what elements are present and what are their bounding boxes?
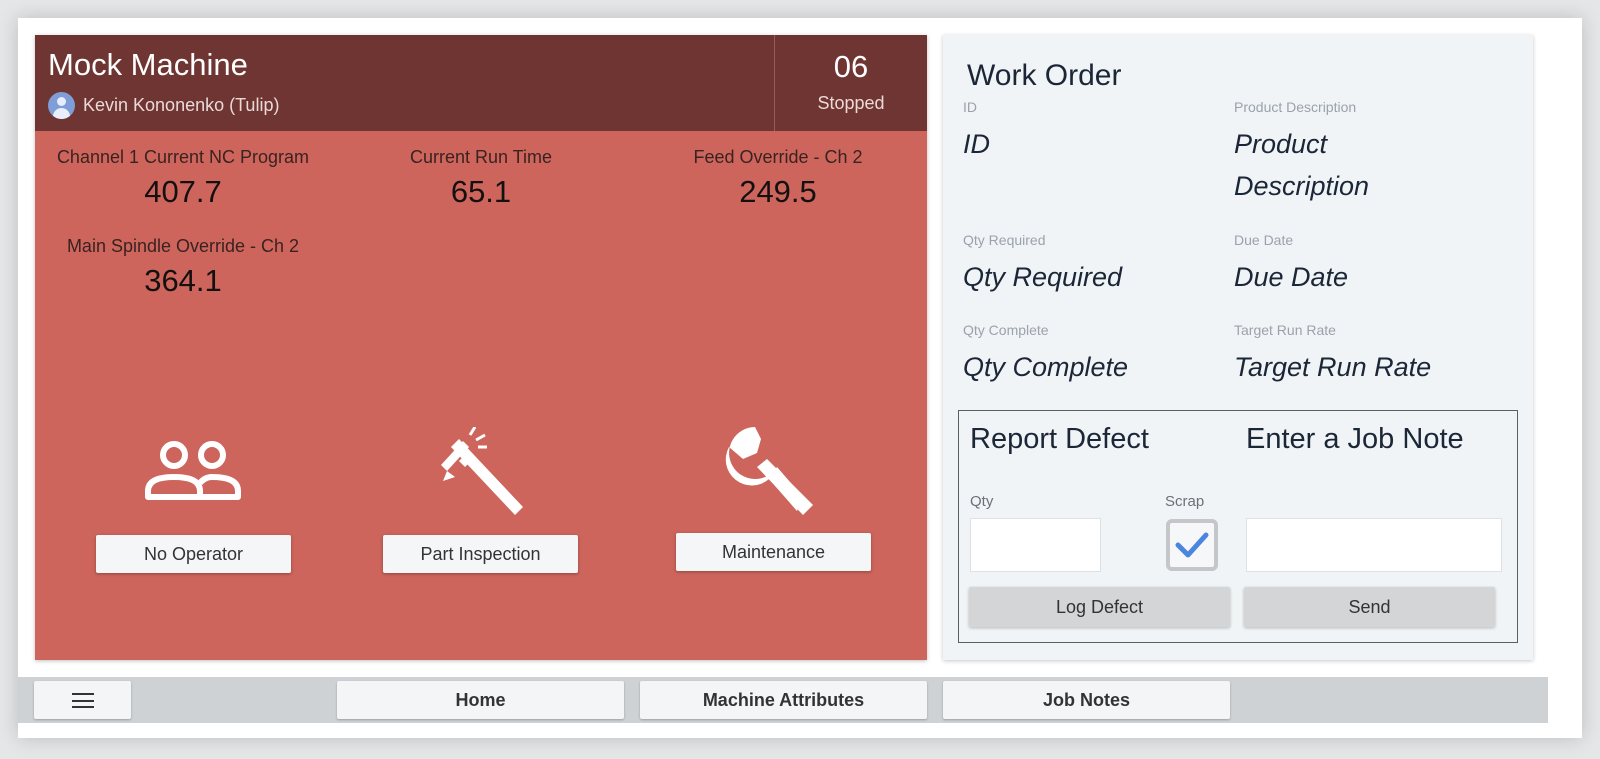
checkmark-icon (1175, 532, 1209, 558)
metric-value: 249.5 (739, 174, 817, 209)
tab-home[interactable]: Home (337, 681, 624, 719)
metric-spindle-override: Main Spindle Override - Ch 2 364.1 (45, 236, 321, 299)
field-value: Qty Complete (963, 352, 1129, 382)
status-text: Stopped (817, 93, 885, 113)
caliper-icon[interactable] (433, 427, 533, 517)
field-label: Qty Complete (963, 322, 1049, 338)
field-qty-complete: Qty Complete Qty Complete (963, 322, 1223, 388)
tab-machine-attributes[interactable]: Machine Attributes (640, 681, 927, 719)
field-label: ID (963, 99, 977, 115)
field-value: Product Description (1234, 129, 1370, 201)
job-note-input[interactable] (1246, 518, 1502, 572)
field-id: ID ID (963, 99, 1223, 165)
field-label: Target Run Rate (1234, 322, 1336, 338)
menu-button[interactable] (34, 681, 131, 719)
people-icon[interactable] (143, 435, 243, 505)
wrench-icon[interactable] (717, 421, 817, 521)
scrap-checkbox[interactable] (1166, 519, 1218, 571)
hamburger-menu-icon (72, 693, 94, 708)
scrap-label: Scrap (1165, 493, 1205, 510)
metric-label: Channel 1 Current NC Program (56, 147, 310, 167)
metric-value: 65.1 (450, 174, 512, 209)
defect-and-note-box: Report Defect Enter a Job Note Qty Scrap… (958, 410, 1518, 643)
status-number: 06 (833, 49, 869, 84)
user-row: Kevin Kononenko (Tulip) (48, 92, 279, 119)
machine-title: Mock Machine (48, 47, 248, 82)
job-note-title: Enter a Job Note (1246, 423, 1464, 455)
part-inspection-button[interactable]: Part Inspection (383, 535, 578, 573)
work-order-panel: Work Order ID ID Product Description Pro… (943, 35, 1533, 660)
metric-nc-program: Channel 1 Current NC Program 407.7 (45, 147, 321, 210)
field-value: Due Date (1234, 262, 1349, 292)
field-label: Due Date (1234, 232, 1294, 248)
field-target-run-rate: Target Run Rate Target Run Rate (1234, 322, 1514, 388)
maintenance-button[interactable]: Maintenance (676, 533, 871, 571)
metric-run-time: Current Run Time 65.1 (343, 147, 619, 210)
field-qty-required: Qty Required Qty Required (963, 232, 1223, 298)
no-operator-button[interactable]: No Operator (96, 535, 291, 573)
field-value: ID (963, 129, 990, 159)
send-button[interactable]: Send (1244, 587, 1495, 627)
machine-panel: Mock Machine Kevin Kononenko (Tulip) 06 … (35, 35, 927, 660)
metric-label: Current Run Time (409, 147, 553, 167)
metric-value: 407.7 (144, 174, 222, 209)
field-label: Product Description (1234, 99, 1357, 115)
log-defect-button[interactable]: Log Defect (969, 587, 1230, 627)
user-avatar-icon (48, 92, 75, 119)
user-name: Kevin Kononenko (Tulip) (83, 95, 280, 115)
qty-input[interactable] (970, 518, 1101, 572)
report-defect-title: Report Defect (970, 423, 1149, 455)
metric-value: 364.1 (144, 263, 222, 298)
tab-job-notes[interactable]: Job Notes (943, 681, 1230, 719)
qty-label: Qty (970, 493, 994, 510)
field-value: Target Run Rate (1234, 352, 1432, 382)
metric-feed-override: Feed Override - Ch 2 249.5 (640, 147, 916, 210)
field-due-date: Due Date Due Date (1234, 232, 1514, 298)
bottom-nav-bar: Home Machine Attributes Job Notes (18, 677, 1548, 723)
field-product-description: Product Description Product Description (1234, 99, 1514, 207)
machine-status: 06 Stopped (774, 35, 927, 131)
machine-header: Mock Machine Kevin Kononenko (Tulip) 06 … (35, 35, 927, 131)
app-frame: Mock Machine Kevin Kononenko (Tulip) 06 … (18, 18, 1582, 738)
field-label: Qty Required (963, 232, 1046, 248)
metric-label: Main Spindle Override - Ch 2 (66, 236, 300, 256)
metric-label: Feed Override - Ch 2 (693, 147, 863, 167)
field-value: Qty Required (963, 262, 1123, 292)
work-order-title: Work Order (967, 59, 1122, 92)
